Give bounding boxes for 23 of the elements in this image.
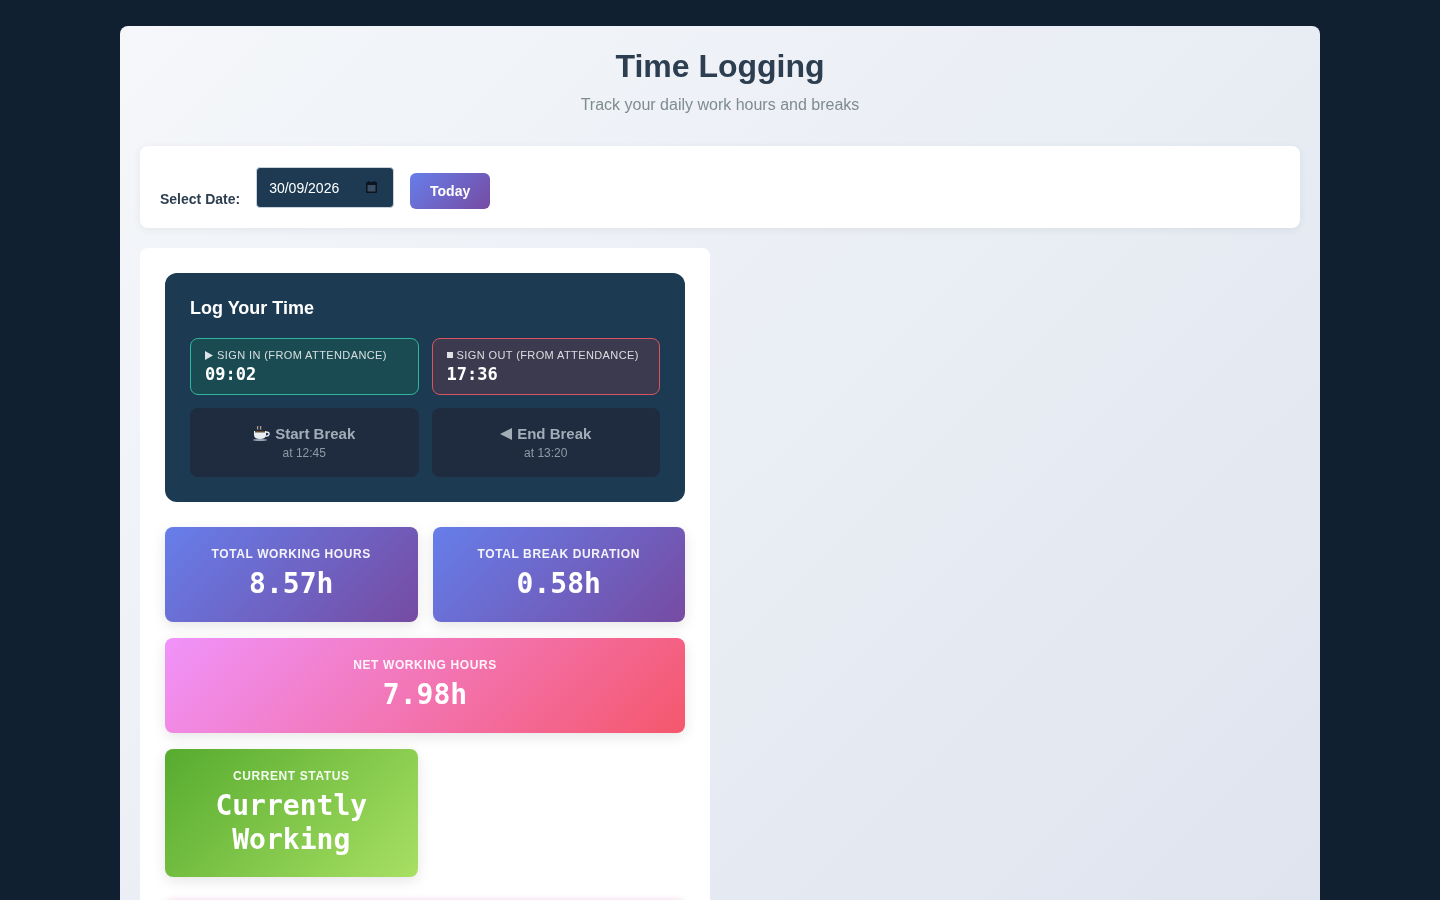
sign-out-time: 17:36: [446, 364, 498, 384]
stat-label: TOTAL BREAK DURATION: [477, 547, 640, 561]
page-title: Time Logging: [615, 47, 825, 86]
sign-out-label: SIGN OUT (FROM ATTENDANCE): [456, 349, 639, 361]
left-triangle-icon: [500, 427, 513, 440]
sign-in-label: SIGN IN (FROM ATTENDANCE): [217, 349, 387, 361]
date-field[interactable]: 30/09/2026: [256, 167, 395, 208]
play-icon: [205, 350, 213, 360]
stat-value: Currently Working: [214, 789, 369, 857]
stat-value: 0.58h: [516, 567, 601, 601]
stat-label: CURRENT STATUS: [232, 769, 350, 783]
today-button[interactable]: Today: [410, 173, 491, 209]
stat-label: TOTAL WORKING HOURS: [211, 547, 371, 561]
sign-in-time: 09:02: [205, 364, 257, 384]
calendar-icon[interactable]: [366, 181, 378, 193]
stat-label: NET WORKING HOURS: [353, 658, 497, 672]
stat-value: 7.98h: [382, 678, 468, 712]
date-label: Select Date:: [160, 191, 241, 208]
stop-icon: [446, 352, 453, 358]
page-subtitle: Track your daily work hours and breaks: [580, 95, 860, 115]
log-card-title: Log Your Time: [190, 297, 315, 320]
coffee-cup-icon: [253, 426, 271, 441]
stat-value: 8.57h: [249, 567, 334, 601]
